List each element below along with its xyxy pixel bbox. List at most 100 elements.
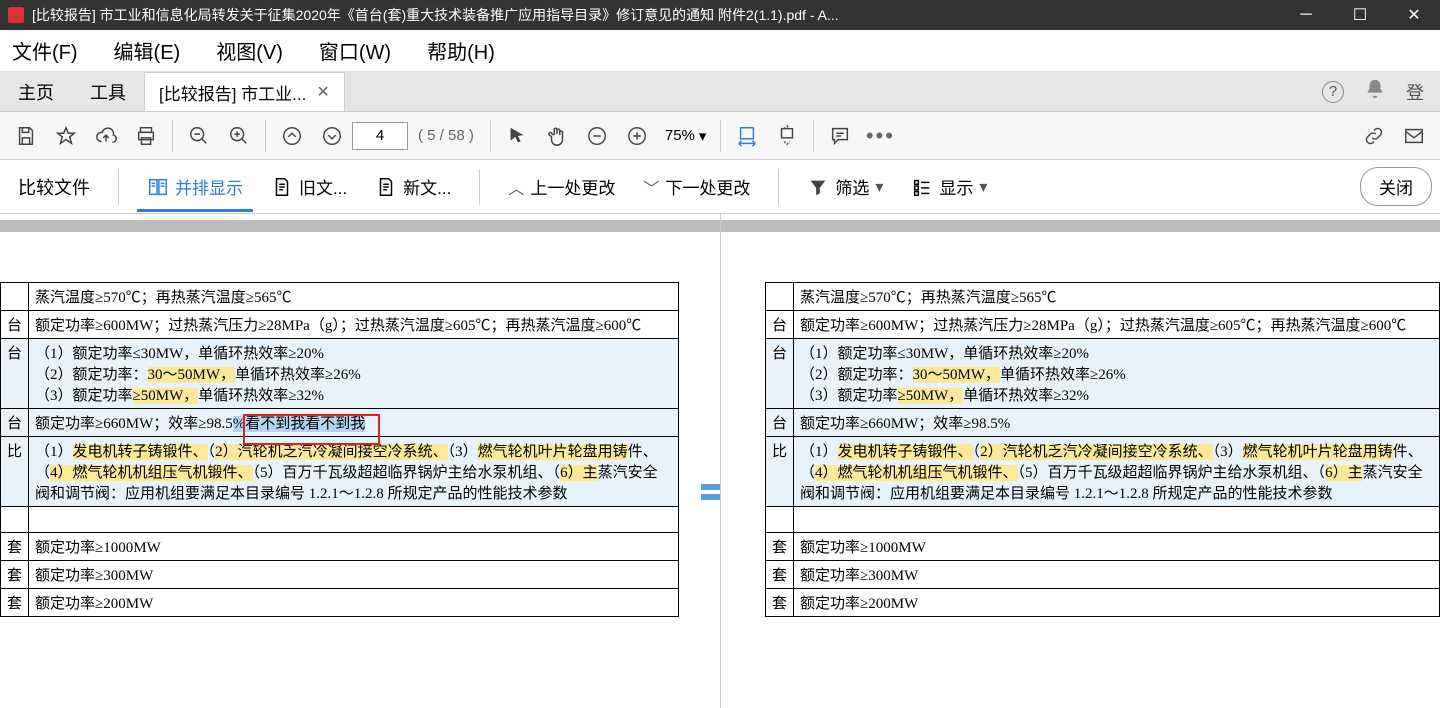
page-up-icon[interactable] (272, 116, 312, 156)
next-change-button[interactable]: ﹀ 下一处更改 (633, 168, 760, 205)
hand-icon[interactable] (537, 116, 577, 156)
table-cell: 额定功率≥1000MW (794, 533, 1440, 561)
page-separator (0, 220, 720, 232)
table-cell: （1）额定功率≤30MW，单循环热效率≥20%（2）额定功率：30～50MW，单… (794, 339, 1440, 409)
menu-view[interactable]: 视图(V) (212, 32, 287, 69)
save-icon[interactable] (6, 116, 46, 156)
plus-icon[interactable] (617, 116, 657, 156)
fit-width-icon[interactable] (727, 116, 767, 156)
window-controls: ─ ☐ ✕ (1288, 5, 1432, 25)
window-titlebar: [比较报告] 市工业和信息化局转发关于征集2020年《首台(套)重大技术装备推广… (0, 0, 1440, 30)
maximize-button[interactable]: ☐ (1342, 5, 1378, 25)
table-cell: 额定功率≥660MW；效率≥98.5% (794, 409, 1440, 437)
diff-markers (701, 484, 720, 500)
display-button[interactable]: 显示 ▾ (901, 168, 997, 205)
filter-label: 筛选 (835, 174, 869, 199)
table-cell: 套 (1, 561, 29, 589)
menu-edit[interactable]: 编辑(E) (110, 32, 185, 69)
table-cell: 额定功率≥300MW (29, 561, 679, 589)
diff-marker (701, 494, 720, 500)
menu-window[interactable]: 窗口(W) (315, 32, 395, 69)
close-compare-button[interactable]: 关闭 (1360, 167, 1432, 206)
minus-icon[interactable] (577, 116, 617, 156)
compare-files-label: 比较文件 (8, 174, 100, 200)
table-cell: 额定功率≥300MW (794, 561, 1440, 589)
menu-help[interactable]: 帮助(H) (423, 32, 499, 69)
page-count-label: ( 5 / 58 ) (418, 127, 474, 144)
diff-marker (701, 484, 720, 490)
table-cell: 蒸汽温度≥570℃；再热蒸汽温度≥565℃ (794, 283, 1440, 311)
table-cell (29, 507, 679, 533)
table-cell (1, 507, 29, 533)
table-cell: （1）发电机转子铸锻件、（2）汽轮机乏汽冷凝间接空冷系统、（3）燃气轮机叶片轮盘… (794, 437, 1440, 507)
bell-icon[interactable] (1364, 78, 1386, 105)
page-number-input[interactable] (352, 122, 408, 150)
chevron-down-icon: ▾ (979, 177, 987, 197)
filter-button[interactable]: 筛选 ▾ (797, 168, 893, 205)
compare-toolbar: 比较文件 并排显示 旧文... 新文... ︿ 上一处更改 ﹀ 下一处更改 筛选… (0, 160, 1440, 214)
more-icon[interactable]: ••• (860, 116, 900, 156)
fit-page-icon[interactable] (767, 116, 807, 156)
new-doc-button[interactable]: 新文... (365, 168, 461, 205)
old-doc-button[interactable]: 旧文... (261, 168, 357, 205)
right-table: 蒸汽温度≥570℃；再热蒸汽温度≥565℃台额定功率≥600MW；过热蒸汽压力≥… (765, 282, 1440, 617)
side-by-side-button[interactable]: 并排显示 (137, 161, 253, 212)
table-cell: （1）发电机转子铸锻件、（2）汽轮机乏汽冷凝间接空冷系统、（3）燃气轮机叶片轮盘… (29, 437, 679, 507)
zoom-in-icon[interactable] (219, 116, 259, 156)
zoom-dropdown[interactable]: 75% ▾ (657, 127, 715, 145)
table-cell: 台 (1, 339, 29, 409)
table-cell: 蒸汽温度≥570℃；再热蒸汽温度≥565℃ (29, 283, 679, 311)
display-label: 显示 (939, 174, 973, 199)
close-window-button[interactable]: ✕ (1396, 5, 1432, 25)
pointer-icon[interactable] (497, 116, 537, 156)
right-document-pane[interactable]: 蒸汽温度≥570℃；再热蒸汽温度≥565℃台额定功率≥600MW；过热蒸汽压力≥… (720, 214, 1440, 708)
table-cell: 台 (766, 339, 794, 409)
table-cell: 台 (766, 311, 794, 339)
prev-change-button[interactable]: ︿ 上一处更改 (498, 168, 625, 205)
chevron-down-icon: ▾ (699, 127, 707, 145)
table-cell: 比 (1, 437, 29, 507)
table-cell: 台 (766, 409, 794, 437)
table-cell: 套 (1, 533, 29, 561)
table-cell: 额定功率≥200MW (29, 589, 679, 617)
prev-change-label: 上一处更改 (530, 174, 615, 199)
table-cell: 额定功率≥1000MW (29, 533, 679, 561)
left-table: 蒸汽温度≥570℃；再热蒸汽温度≥565℃台额定功率≥600MW；过热蒸汽压力≥… (0, 282, 679, 617)
main-toolbar: ( 5 / 58 ) 75% ▾ ••• (0, 112, 1440, 160)
new-doc-label: 新文... (403, 174, 451, 199)
print-icon[interactable] (126, 116, 166, 156)
tab-home[interactable]: 主页 (0, 72, 72, 111)
link-icon[interactable] (1354, 116, 1394, 156)
old-doc-label: 旧文... (299, 174, 347, 199)
menubar: 文件(F) 编辑(E) 视图(V) 窗口(W) 帮助(H) (0, 30, 1440, 72)
menu-file[interactable]: 文件(F) (8, 32, 82, 69)
table-cell: 比 (766, 437, 794, 507)
tabbar: 主页 工具 [比较报告] 市工业... ✕ ? 登 (0, 72, 1440, 112)
table-cell: 额定功率≥600MW；过热蒸汽压力≥28MPa（g）；过热蒸汽温度≥605℃；再… (29, 311, 679, 339)
tab-document-active[interactable]: [比较报告] 市工业... ✕ (144, 72, 345, 111)
mail-icon[interactable] (1394, 116, 1434, 156)
star-icon[interactable] (46, 116, 86, 156)
window-title: [比较报告] 市工业和信息化局转发关于征集2020年《首台(套)重大技术装备推广… (32, 5, 1276, 25)
tab-close-icon[interactable]: ✕ (316, 82, 329, 102)
tab-tools[interactable]: 工具 (72, 72, 144, 111)
compare-documents-area: 蒸汽温度≥570℃；再热蒸汽温度≥565℃台额定功率≥600MW；过热蒸汽压力≥… (0, 214, 1440, 708)
table-cell: 额定功率≥600MW；过热蒸汽压力≥28MPa（g）；过热蒸汽温度≥605℃；再… (794, 311, 1440, 339)
table-cell: 套 (1, 589, 29, 617)
help-icon[interactable]: ? (1322, 81, 1344, 103)
table-cell: 套 (766, 589, 794, 617)
table-cell (766, 507, 794, 533)
minimize-button[interactable]: ─ (1288, 5, 1324, 25)
cloud-upload-icon[interactable] (86, 116, 126, 156)
page-down-icon[interactable] (312, 116, 352, 156)
side-by-side-label: 并排显示 (175, 174, 243, 199)
login-label[interactable]: 登 (1406, 79, 1424, 105)
diff-highlight-box (243, 414, 380, 445)
zoom-out-icon[interactable] (179, 116, 219, 156)
chevron-down-icon: ﹀ (643, 175, 659, 199)
comment-icon[interactable] (820, 116, 860, 156)
table-cell: 台 (1, 311, 29, 339)
left-document-pane[interactable]: 蒸汽温度≥570℃；再热蒸汽温度≥565℃台额定功率≥600MW；过热蒸汽压力≥… (0, 214, 720, 708)
table-cell: 套 (766, 533, 794, 561)
zoom-value: 75% (665, 127, 695, 144)
